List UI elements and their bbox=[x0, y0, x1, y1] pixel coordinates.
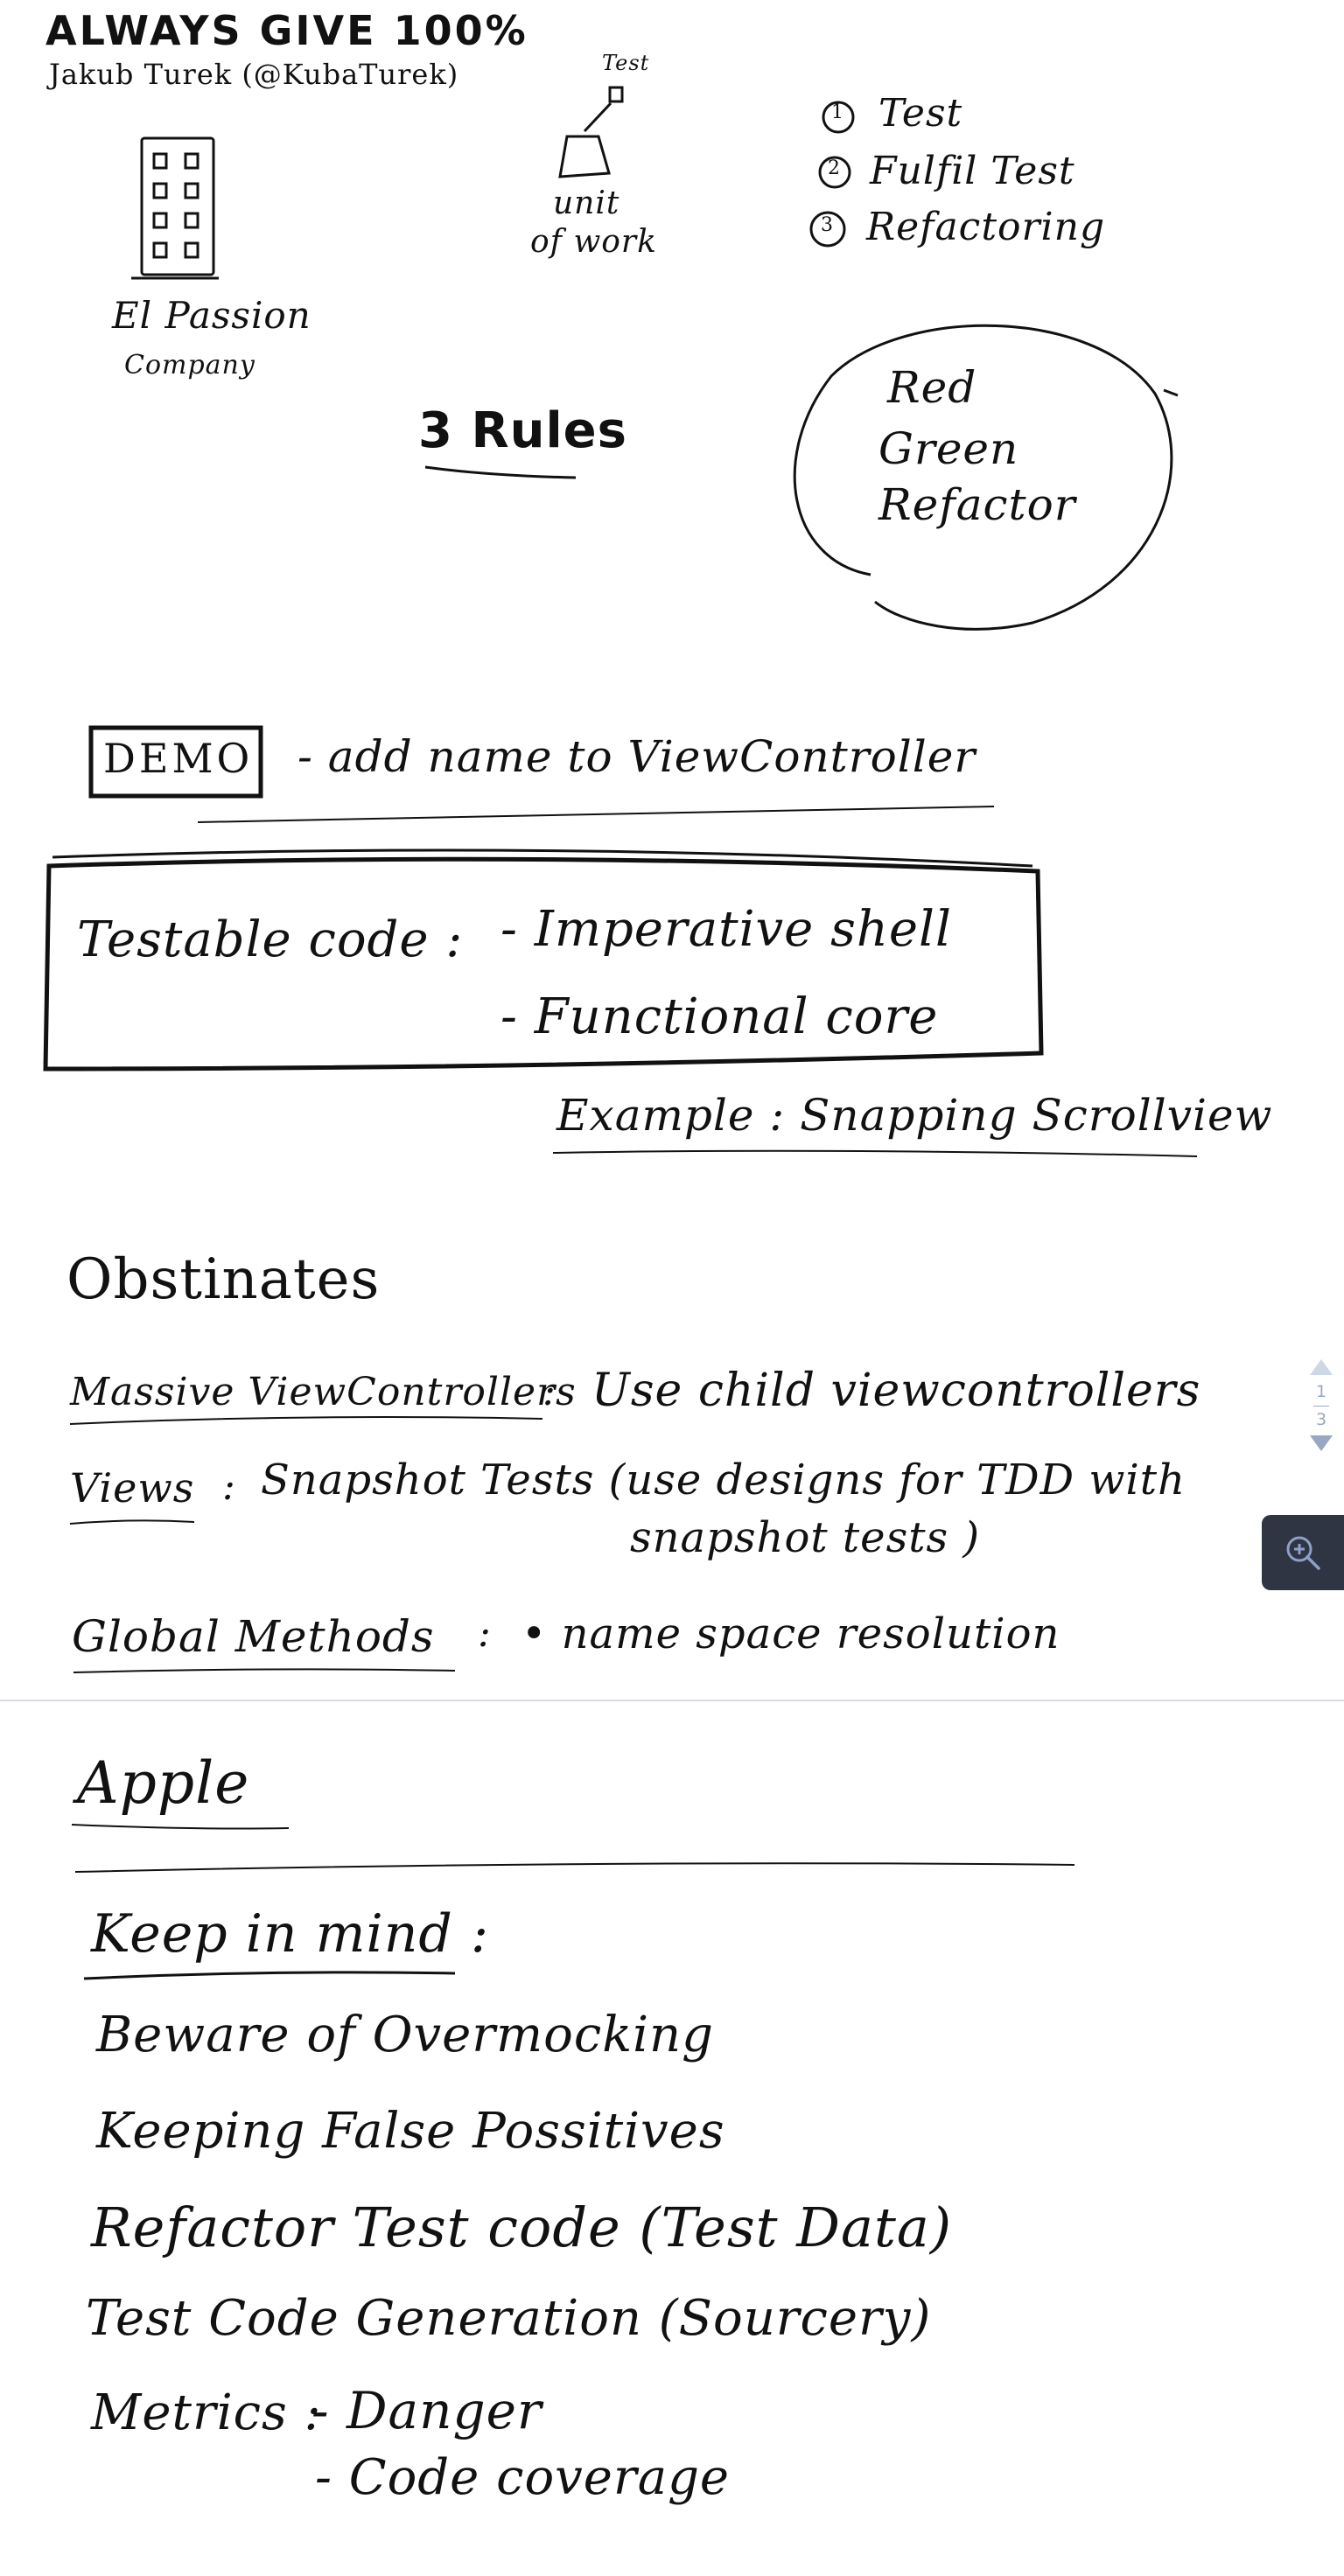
metrics-item-code-coverage: - Code coverage bbox=[315, 2449, 731, 2506]
metrics-label: Metrics : bbox=[91, 2384, 322, 2441]
keep-in-mind-title: Keep in mind : bbox=[91, 1903, 490, 1965]
company-label: El Passion bbox=[112, 294, 312, 337]
testable-item-imperative-shell: - Imperative shell bbox=[500, 901, 952, 958]
demo-underline bbox=[197, 806, 995, 823]
page-navigator: 1 3 bbox=[1306, 1358, 1337, 1473]
massive-vc-underline bbox=[69, 1416, 543, 1425]
obstinate-sep: : bbox=[542, 1370, 556, 1414]
obstinate-solution-massive-vc: Use child viewcontrollers bbox=[592, 1365, 1201, 1417]
testable-code-label: Testable code : bbox=[77, 911, 464, 968]
obstinate-sep-global: : bbox=[478, 1611, 492, 1656]
obstinate-term-global-methods: Global Methods bbox=[72, 1611, 435, 1662]
page-divider bbox=[0, 1700, 1344, 1701]
cycle-green: Green bbox=[878, 423, 1019, 474]
apple-title: Apple bbox=[77, 1749, 250, 1817]
total-pages: 3 bbox=[1315, 1410, 1327, 1429]
step-2: Fulfil Test bbox=[870, 149, 1075, 193]
handwritten-note-canvas: ALWAYS GIVE 100% Jakub Turek (@KubaTurek… bbox=[0, 0, 1344, 2576]
apple-section-line bbox=[74, 1862, 1075, 1873]
chevron-down-icon[interactable] bbox=[1310, 1435, 1333, 1451]
step-number-3: 3 bbox=[821, 214, 834, 236]
zoom-button[interactable] bbox=[1262, 1515, 1344, 1590]
obstinate-solution-global-methods: • name space resolution bbox=[522, 1609, 1060, 1658]
demo-text: - add name to ViewController bbox=[298, 731, 976, 782]
metrics-item-danger: - Danger bbox=[312, 2381, 542, 2440]
example-text: Example : Snapping Scrollview bbox=[556, 1090, 1273, 1141]
page-indicator: 1 3 bbox=[1313, 1384, 1329, 1428]
cycle-circle bbox=[793, 324, 1173, 631]
unit-of-work-label: unit bbox=[553, 185, 620, 221]
building-icon bbox=[131, 136, 219, 280]
company-sublabel: Company bbox=[124, 350, 256, 380]
unit-of-work-label-2: of work bbox=[530, 224, 657, 260]
testable-item-functional-core: - Functional core bbox=[500, 988, 939, 1045]
demo-label: DEMO bbox=[103, 735, 254, 782]
keep-item-refactor-test-code: Refactor Test code (Test Data) bbox=[91, 2196, 953, 2259]
obstinate-term-views: Views bbox=[70, 1464, 195, 1511]
step-number-2: 2 bbox=[828, 157, 841, 179]
obstinates-title: Obstinates bbox=[66, 1247, 381, 1312]
cycle-red: Red bbox=[887, 362, 977, 413]
obstinate-sep-views: : bbox=[222, 1464, 236, 1509]
keep-item-overmocking: Beware of Overmocking bbox=[96, 2007, 714, 2063]
keep-item-false-positives: Keeping False Possitives bbox=[96, 2103, 725, 2160]
page-title: ALWAYS GIVE 100% bbox=[46, 7, 528, 54]
chevron-up-icon[interactable] bbox=[1310, 1359, 1333, 1375]
keep-item-code-generation: Test Code Generation (Sourcery) bbox=[86, 2290, 932, 2347]
step-1: Test bbox=[878, 91, 963, 136]
current-page: 1 bbox=[1315, 1382, 1327, 1401]
cycle-refactor: Refactor bbox=[878, 479, 1076, 530]
rules-title: 3 Rules bbox=[418, 402, 627, 459]
unit-of-work-icon bbox=[558, 86, 624, 178]
step-number-1: 1 bbox=[831, 101, 844, 123]
views-underline bbox=[69, 1519, 195, 1525]
example-underline bbox=[552, 1149, 1198, 1157]
step-3: Refactoring bbox=[866, 205, 1106, 249]
page-indicator-separator bbox=[1313, 1406, 1329, 1407]
global-methods-underline bbox=[73, 1668, 456, 1673]
obstinate-term-massive-vc: Massive ViewControllers bbox=[70, 1370, 577, 1414]
keep-in-mind-underline bbox=[83, 1971, 456, 1980]
author: Jakub Turek (@KubaTurek) bbox=[49, 58, 459, 91]
views-continuation: snapshot tests ) bbox=[630, 1513, 981, 1562]
zoom-in-icon bbox=[1286, 1536, 1320, 1570]
apple-underline bbox=[71, 1824, 290, 1830]
test-label: Test bbox=[602, 51, 650, 75]
obstinate-solution-views: Snapshot Tests (use designs for TDD with bbox=[261, 1456, 1186, 1504]
rules-underline bbox=[424, 465, 577, 479]
